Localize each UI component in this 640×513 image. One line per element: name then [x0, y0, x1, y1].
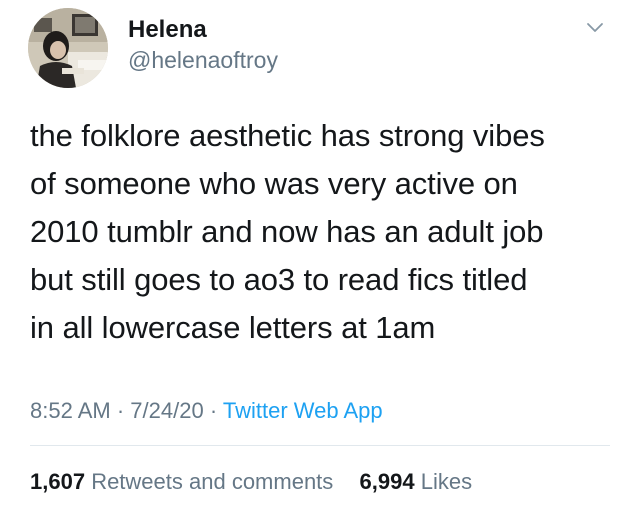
source-app-link[interactable]: Twitter Web App: [223, 398, 383, 423]
tweet-time[interactable]: 8:52 AM: [30, 398, 111, 423]
tweet-text-line: the folklore aesthetic has strong vibes: [30, 118, 545, 153]
tweet-text-line: in all lowercase letters at 1am: [30, 310, 436, 345]
meta-separator: ·: [116, 398, 125, 423]
tweet-text-line: but still goes to ao3 to read fics title…: [30, 262, 528, 297]
chevron-down-icon[interactable]: [583, 16, 607, 40]
tweet-text-line: 2010 tumblr and now has an adult job: [30, 214, 544, 249]
retweets-count: 1,607: [30, 469, 86, 494]
avatar[interactable]: [28, 8, 108, 88]
tweet-meta: 8:52 AM · 7/24/20 · Twitter Web App: [30, 397, 383, 425]
tweet-stats: 1,607 Retweets and comments 6,994 Likes: [30, 468, 472, 496]
divider: [30, 445, 610, 446]
profile-photo-icon: [28, 8, 108, 88]
tweet-card: Helena @helenaoftroy the folklore aesthe…: [0, 0, 640, 513]
likes-count: 6,994: [359, 469, 415, 494]
tweet-text: the folklore aesthetic has strong vibes …: [30, 112, 610, 352]
tweet-date[interactable]: 7/24/20: [130, 398, 203, 423]
likes-label: Likes: [420, 469, 473, 494]
author-handle[interactable]: @helenaoftroy: [128, 46, 278, 74]
tweet-text-line: of someone who was very active on: [30, 166, 518, 201]
retweets-stat[interactable]: 1,607 Retweets and comments: [30, 469, 339, 494]
author-name[interactable]: Helena: [128, 16, 207, 44]
meta-separator: ·: [209, 398, 218, 423]
likes-stat[interactable]: 6,994 Likes: [360, 469, 473, 494]
retweets-label: Retweets and comments: [91, 469, 334, 494]
